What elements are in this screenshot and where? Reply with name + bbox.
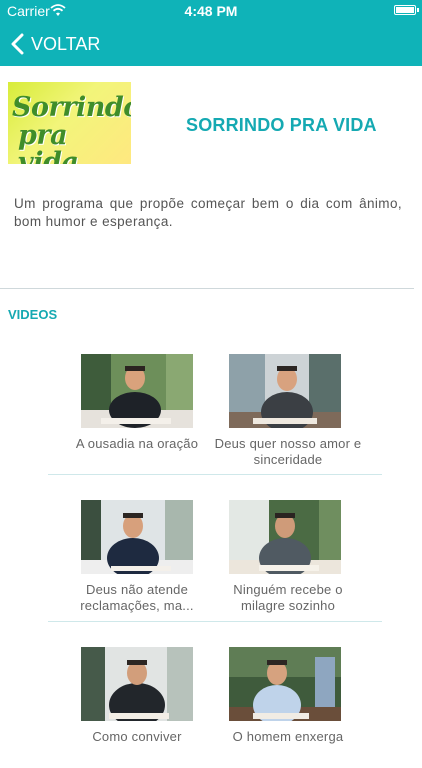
section-divider bbox=[0, 288, 414, 289]
video-thumbnail[interactable] bbox=[81, 500, 193, 574]
clock: 4:48 PM bbox=[184, 3, 238, 19]
video-row: A ousadia na oração Deus quer nosso amor… bbox=[48, 354, 382, 475]
videos-heading: VIDEOS bbox=[8, 307, 58, 322]
video-title: Deus não atende reclamações, ma... bbox=[80, 582, 194, 613]
program-description: Um programa que propõe começar bem o dia… bbox=[14, 196, 402, 229]
logo-text-line1: Sorrindo bbox=[12, 92, 131, 123]
video-thumbnail[interactable] bbox=[81, 647, 193, 721]
battery-icon bbox=[394, 5, 419, 15]
chevron-left-icon bbox=[11, 33, 24, 55]
program-title: SORRINDO PRA VIDA bbox=[186, 115, 377, 135]
video-thumbnail[interactable] bbox=[81, 354, 193, 428]
video-thumbnail[interactable] bbox=[229, 500, 341, 574]
video-title: Como conviver bbox=[92, 729, 182, 744]
back-label: VOLTAR bbox=[31, 33, 101, 54]
status-bar: Carrier 4:48 PM bbox=[0, 0, 422, 22]
logo-text-line2: pra vida bbox=[18, 120, 79, 164]
video-title: Deus quer nosso amor e sinceridade bbox=[214, 436, 362, 467]
video-row: Deus não atende reclamações, ma... Ningu… bbox=[48, 500, 382, 622]
video-title: Ninguém recebe o milagre sozinho bbox=[233, 582, 343, 613]
back-button[interactable]: VOLTAR bbox=[10, 30, 100, 58]
navigation-bar: VOLTAR bbox=[0, 22, 422, 66]
program-logo: Sorrindo pra vida bbox=[8, 82, 131, 164]
video-thumbnail[interactable] bbox=[229, 647, 341, 721]
video-title: A ousadia na oração bbox=[75, 436, 199, 451]
video-title: O homem enxerga bbox=[232, 729, 344, 744]
video-thumbnail[interactable] bbox=[229, 354, 341, 428]
